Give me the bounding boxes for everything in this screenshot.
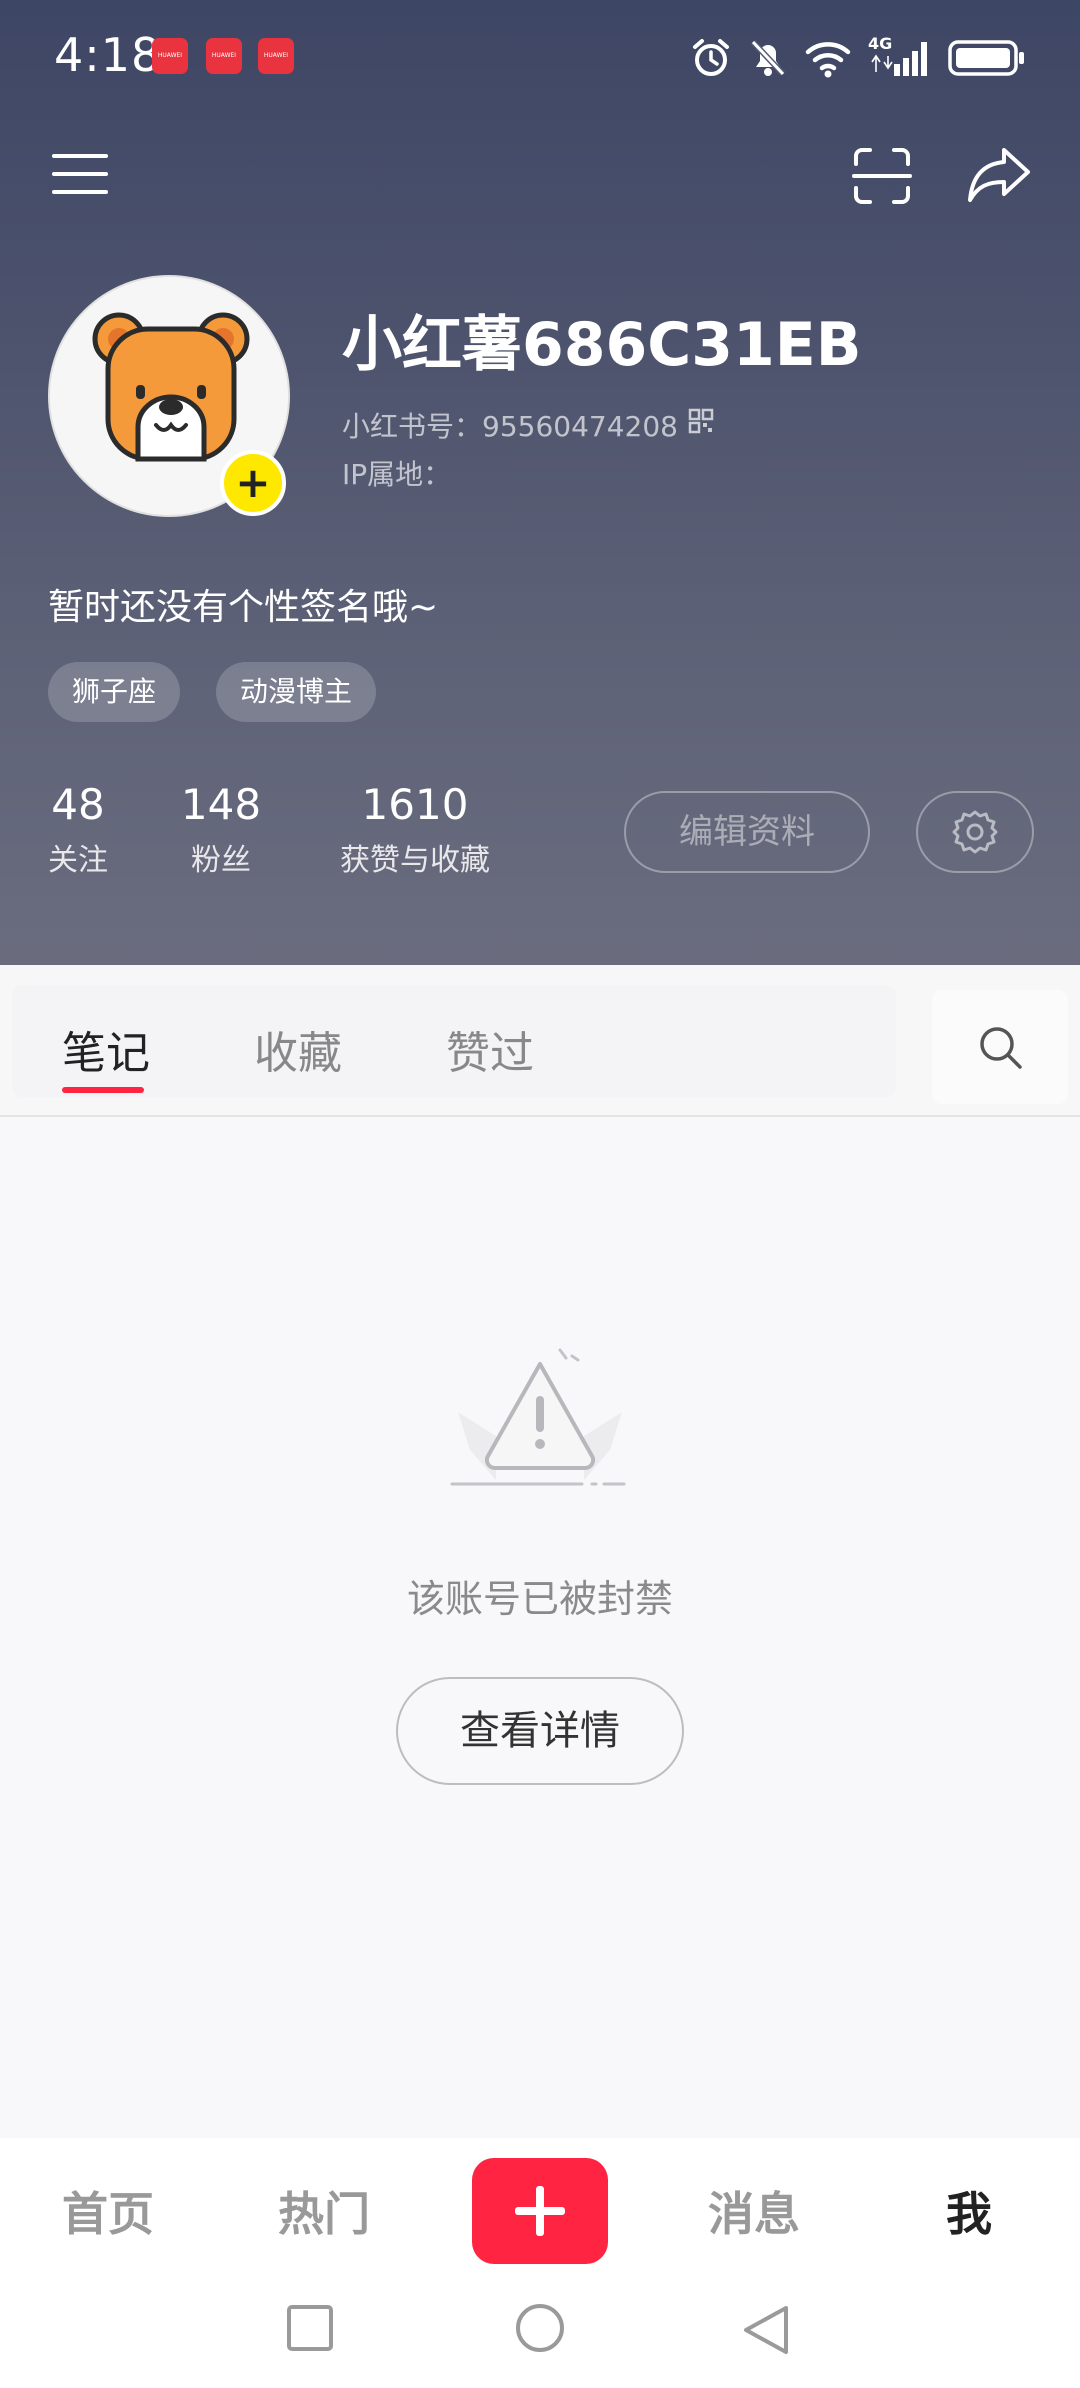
mute-icon bbox=[750, 39, 786, 77]
settings-button[interactable] bbox=[916, 791, 1034, 873]
status-time: 4:18 bbox=[54, 28, 162, 82]
signal-4g-icon: 4G bbox=[868, 34, 932, 78]
back-triangle-icon[interactable] bbox=[740, 2304, 790, 2362]
menu-icon[interactable] bbox=[52, 152, 108, 200]
banned-message: 该账号已被封禁 bbox=[406, 1577, 673, 1621]
status-icons: 4G bbox=[690, 30, 1026, 86]
status-bar: 4:18 HUAWEI HUAWEI HUAWEI 4G bbox=[0, 0, 1080, 110]
bio[interactable]: 暂时还没有个性签名哦~ bbox=[48, 578, 438, 630]
nav-messages[interactable]: 消息 bbox=[708, 2178, 800, 2244]
app-notification-icon: HUAWEI bbox=[206, 38, 242, 74]
share-icon[interactable] bbox=[966, 144, 1032, 208]
nav-me[interactable]: 我 bbox=[946, 2178, 992, 2244]
system-navigation-bar bbox=[0, 2284, 1080, 2388]
nav-trending[interactable]: 热门 bbox=[278, 2178, 370, 2244]
nickname: 小红薯686C31EB bbox=[342, 310, 862, 380]
publish-button[interactable] bbox=[472, 2158, 608, 2264]
stat-followers-count: 148 bbox=[180, 780, 262, 829]
profile-header: 4:18 HUAWEI HUAWEI HUAWEI 4G + 小红薯686C31… bbox=[0, 0, 1080, 965]
tab-liked[interactable]: 赞过 bbox=[446, 1017, 534, 1081]
account-id: 小红书号：95560474208 bbox=[342, 410, 678, 443]
stat-likes[interactable]: 1610 获赞与收藏 bbox=[330, 780, 500, 879]
stat-followers-label: 粉丝 bbox=[191, 843, 251, 878]
stat-following-count: 48 bbox=[51, 780, 105, 829]
wifi-icon bbox=[805, 42, 851, 78]
nav-home[interactable]: 首页 bbox=[62, 2178, 154, 2244]
ip-location: IP属地： bbox=[342, 458, 452, 491]
stat-followers[interactable]: 148 粉丝 bbox=[180, 780, 262, 879]
view-details-button[interactable]: 查看详情 bbox=[396, 1677, 684, 1785]
tag-creator[interactable]: 动漫博主 bbox=[216, 662, 377, 722]
stat-following[interactable]: 48 关注 bbox=[40, 780, 116, 879]
active-tab-indicator bbox=[62, 1087, 144, 1093]
add-avatar-button[interactable]: + bbox=[220, 450, 286, 516]
stat-following-label: 关注 bbox=[48, 843, 108, 878]
alarm-icon bbox=[693, 39, 729, 76]
tag-zodiac[interactable]: 狮子座 bbox=[48, 662, 181, 722]
gear-icon bbox=[952, 810, 998, 854]
warning-illustration-icon bbox=[448, 1340, 632, 1494]
tab-notes[interactable]: 笔记 bbox=[62, 1017, 150, 1081]
app-notification-icon: HUAWEI bbox=[152, 38, 188, 74]
edit-profile-button[interactable]: 编辑资料 bbox=[624, 791, 870, 873]
plus-icon bbox=[515, 2186, 565, 2236]
bottom-nav: 首页 热门 消息 我 bbox=[0, 2138, 1080, 2284]
scan-icon[interactable] bbox=[852, 146, 912, 210]
tab-collections[interactable]: 收藏 bbox=[254, 1017, 342, 1081]
home-circle-icon[interactable] bbox=[512, 2304, 568, 2364]
stat-likes-label: 获赞与收藏 bbox=[340, 843, 490, 878]
battery-icon bbox=[948, 40, 1024, 76]
recent-apps-icon[interactable] bbox=[286, 2304, 334, 2356]
app-notification-icon: HUAWEI bbox=[258, 38, 294, 74]
search-button[interactable] bbox=[932, 990, 1068, 1104]
qr-code-icon[interactable] bbox=[688, 408, 714, 438]
stat-likes-count: 1610 bbox=[361, 780, 469, 829]
content-tabs: 笔记 收藏 赞过 bbox=[0, 965, 1080, 1117]
search-icon bbox=[980, 1027, 1022, 1069]
